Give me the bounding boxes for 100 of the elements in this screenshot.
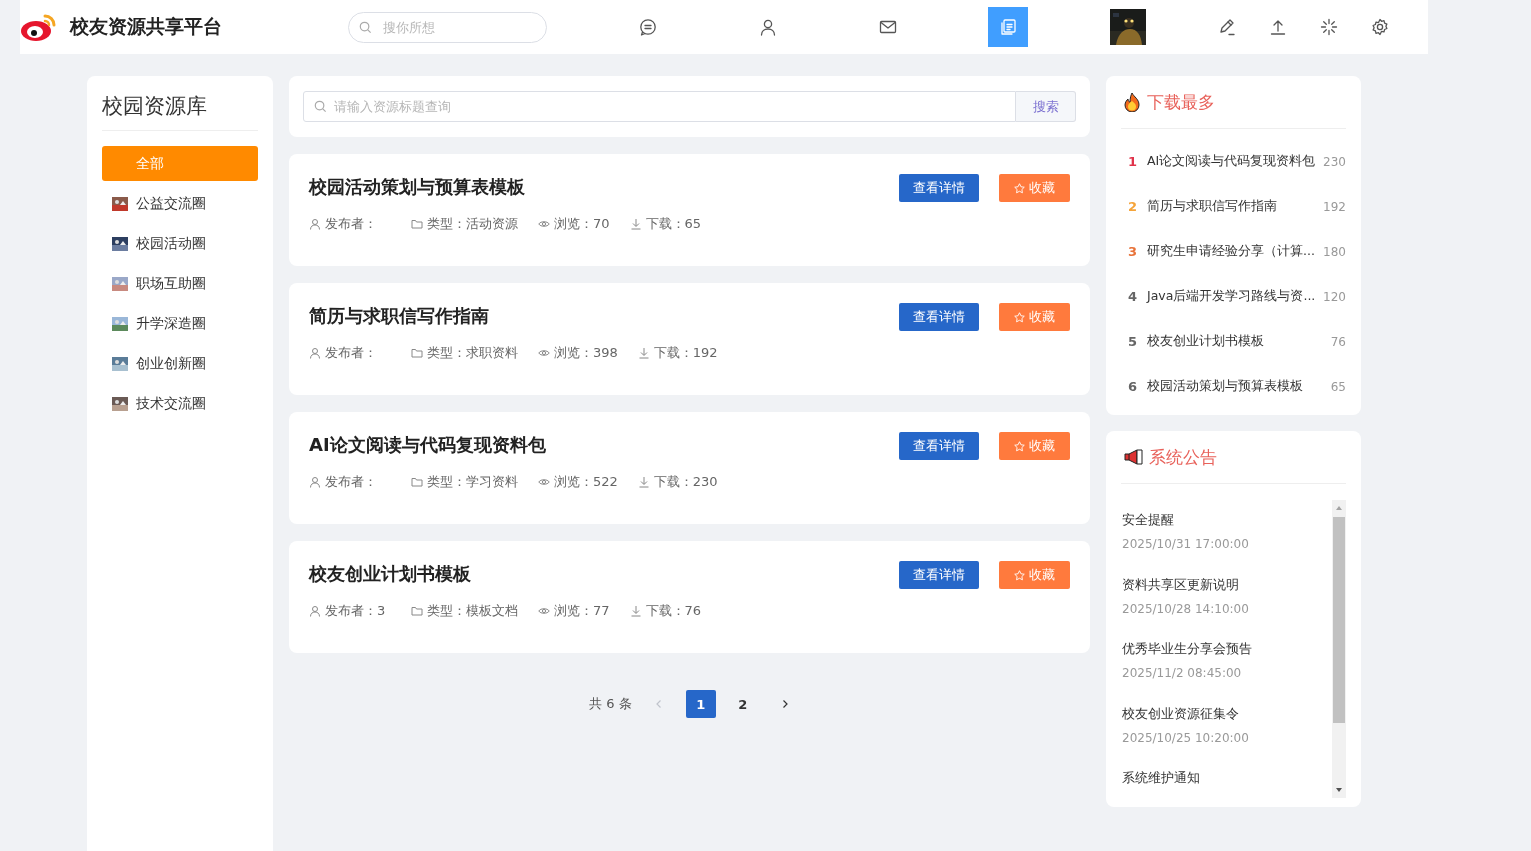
resource-title: AI论文阅读与代码复现资料包 — [309, 433, 547, 457]
documents-icon — [999, 18, 1017, 36]
search-field[interactable]: 搜你所想 — [348, 11, 547, 43]
user-icon — [309, 605, 321, 617]
star-icon — [1014, 182, 1025, 194]
views-text: 浏览：70 — [554, 215, 610, 233]
sidebar-item[interactable]: 校园活动圈 — [102, 226, 258, 261]
views-text: 浏览：77 — [554, 602, 610, 620]
rank-number: 2 — [1127, 199, 1139, 214]
folder-icon — [411, 347, 423, 359]
type-text: 类型：模板文档 — [427, 602, 518, 620]
download-icon — [637, 347, 650, 359]
resource-link[interactable]: 校园活动策划与预算表模板 — [1147, 378, 1331, 395]
announcement-time: 2025/10/31 17:00:00 — [1122, 537, 1250, 551]
settings-icon — [1371, 18, 1389, 36]
rank-number: 6 — [1127, 379, 1139, 394]
resource-link[interactable]: 研究生申请经验分享（计算... — [1147, 243, 1324, 260]
announcement-time: 2025/10/25 10:20:00 — [1122, 730, 1250, 745]
user-icon — [759, 18, 777, 36]
megaphone-icon — [1123, 447, 1143, 467]
resource-title: 简历与求职信写作指南 — [309, 304, 490, 328]
details-button[interactable]: 查看详情 — [899, 561, 979, 589]
announcement-title[interactable]: 资料共享区更新说明 — [1122, 576, 1332, 594]
resource-link[interactable]: 校友创业计划书模板 — [1147, 333, 1331, 350]
sidebar-item[interactable]: 创业创新圈 — [102, 346, 258, 381]
user-icon — [309, 218, 321, 230]
rank-number: 4 — [1127, 289, 1139, 304]
type-text: 类型：求职资料 — [427, 344, 518, 362]
eye-icon — [538, 605, 550, 617]
rank-number: 5 — [1127, 334, 1139, 349]
announcement-title[interactable]: 校友创业资源征集令 — [1122, 705, 1332, 723]
pencil-icon — [1218, 18, 1236, 36]
announcement-time: 2025/10/28 14:10:00 — [1122, 601, 1250, 616]
download-count: 180 — [1323, 244, 1346, 259]
resource-title: 校友创业计划书模板 — [309, 562, 472, 586]
user-icon — [309, 347, 321, 359]
announcement-title[interactable]: 安全提醒 — [1122, 512, 1332, 529]
folder-icon — [411, 218, 423, 230]
card-title: 下载最多 — [1147, 90, 1215, 114]
eye-icon — [538, 347, 550, 359]
search-button[interactable]: 搜索 — [1016, 91, 1076, 122]
star-icon — [1014, 569, 1025, 581]
sidebar-item[interactable]: 升学深造圈 — [102, 306, 258, 341]
resource-link[interactable]: AI论文阅读与代码复现资料包 — [1147, 153, 1324, 170]
download-count: 192 — [1323, 199, 1346, 214]
download-count: 76 — [1330, 334, 1346, 349]
sidebar-title: 校园资源库 — [102, 90, 258, 131]
views-text: 浏览：522 — [554, 473, 618, 491]
download-icon — [637, 476, 650, 488]
mail-icon — [879, 18, 897, 36]
rank-number: 3 — [1127, 244, 1139, 259]
chat-icon — [639, 18, 657, 36]
search-icon — [314, 100, 327, 113]
flame-icon — [1123, 92, 1141, 112]
total-count: 共 6 条 — [589, 695, 632, 713]
resource-link[interactable]: 简历与求职信写作指南 — [1147, 198, 1324, 215]
download-count: 120 — [1323, 289, 1346, 304]
folder-icon — [411, 605, 423, 617]
folder-icon — [411, 476, 423, 488]
publisher-text: 发布者：3 — [325, 602, 387, 620]
upload-icon — [1269, 18, 1287, 36]
publisher-text: 发布者： — [325, 473, 378, 491]
views-text: 浏览：398 — [554, 344, 618, 362]
details-button[interactable]: 查看详情 — [899, 432, 979, 460]
resource-title: 校园活动策划与预算表模板 — [309, 175, 526, 199]
sidebar-item[interactable]: 技术交流圈 — [102, 386, 258, 421]
page-button[interactable]: 1 — [685, 690, 716, 718]
download-count: 230 — [1323, 154, 1346, 169]
rank-number: 1 — [1127, 154, 1139, 169]
sidebar-item[interactable]: 公益交流圈 — [102, 186, 258, 221]
announcement-title[interactable]: 系统维护通知 — [1122, 770, 1332, 787]
downloads-text: 下载：230 — [653, 473, 718, 491]
search-icon — [359, 20, 372, 34]
sparkle-icon — [1320, 18, 1338, 36]
publisher-text: 发布者： — [325, 344, 378, 362]
type-text: 类型：学习资料 — [427, 473, 518, 491]
downloads-text: 下载：65 — [645, 215, 702, 233]
page-button[interactable]: 2 — [727, 690, 758, 718]
sidebar-item[interactable]: 职场互助圈 — [102, 266, 258, 301]
download-count: 65 — [1330, 379, 1346, 394]
star-icon — [1014, 311, 1025, 323]
resource-link[interactable]: Java后端开发学习路线与资... — [1147, 288, 1324, 305]
download-icon — [629, 605, 642, 617]
resource-search-field[interactable]: 请输入资源标题查询 — [303, 91, 1016, 122]
download-icon — [629, 218, 642, 230]
scrollbar[interactable] — [1332, 500, 1346, 798]
documents-button[interactable] — [988, 7, 1028, 47]
details-button[interactable]: 查看详情 — [899, 174, 979, 202]
type-text: 类型：活动资源 — [427, 215, 518, 233]
downloads-text: 下载：76 — [645, 602, 702, 620]
user-icon — [309, 476, 321, 488]
card-title: 系统公告 — [1149, 445, 1217, 469]
star-icon — [1014, 440, 1025, 452]
site-title: 校友资源共享平台 — [70, 14, 223, 39]
eye-icon — [538, 218, 550, 230]
announcement-title[interactable]: 优秀毕业生分享会预告 — [1122, 641, 1332, 658]
eye-icon — [538, 476, 550, 488]
publisher-text: 发布者： — [325, 215, 378, 233]
details-button[interactable]: 查看详情 — [899, 303, 979, 331]
announcement-time: 2025/11/2 08:45:00 — [1122, 666, 1243, 680]
